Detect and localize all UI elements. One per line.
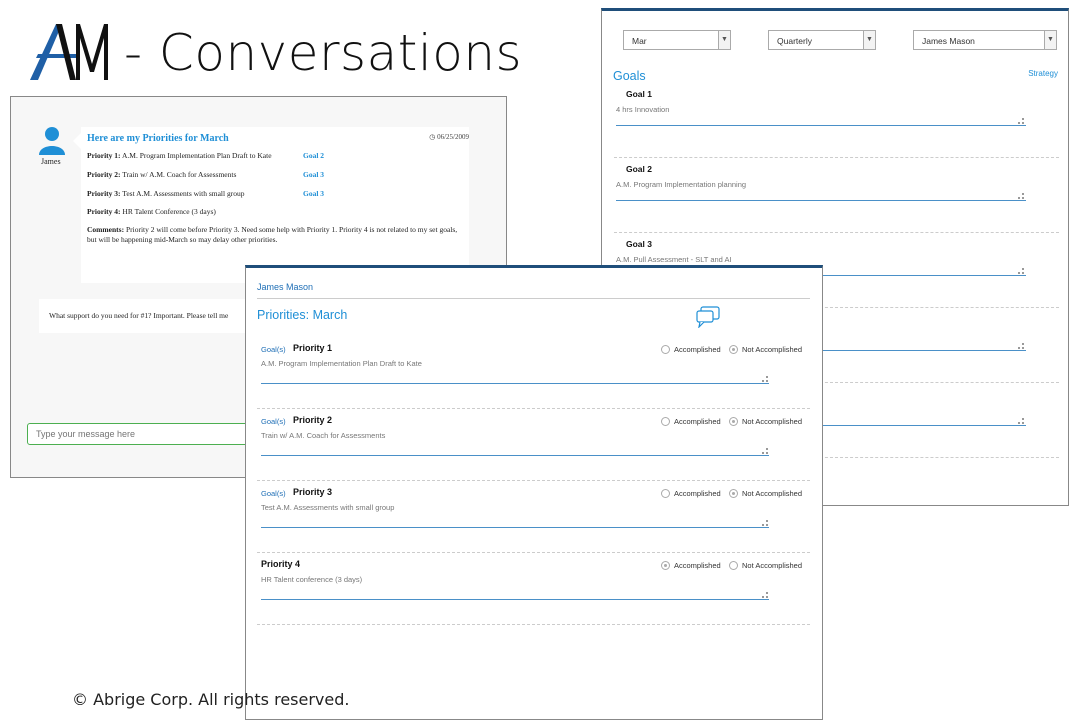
reply-text: What support do you need for #1? Importa… [49,311,229,320]
resize-grip-icon[interactable] [1018,118,1024,124]
month-select[interactable]: Mar ▼ [623,30,731,50]
not-accomplished-radio[interactable]: Not Accomplished [729,417,802,426]
strategy-link[interactable]: Strategy [1028,69,1058,78]
resize-grip-icon[interactable] [1018,268,1024,274]
am-logo [30,24,108,80]
message-comments: Comments: Priority 2 will come before Pr… [87,225,458,244]
goal-link-3[interactable]: Goal 3 [303,189,324,198]
user-avatar-icon [39,127,65,155]
priority-item: Goal(s) Priority 1 Accomplished Not Acco… [257,337,810,409]
goals-link[interactable]: Goal(s) [261,489,286,498]
message-timestamp: ◷ 06/25/2009 [429,133,469,141]
goals-link[interactable]: Goal(s) [261,417,286,426]
goal-field[interactable]: A.M. Program Implementation planning [616,180,746,189]
priority-item: Goal(s) Priority 3 Accomplished Not Acco… [257,481,810,553]
priorities-user: James Mason [257,282,314,292]
goal-label: Goal 1 [626,89,652,99]
message-card: Here are my Priorities for March ◷ 06/25… [73,127,469,283]
resize-grip-icon[interactable] [1018,343,1024,349]
priority-name: Priority 2 [293,415,333,425]
chat-bubbles-icon[interactable] [696,306,720,328]
resize-grip-icon[interactable] [1018,418,1024,424]
priority-name: Priority 4 [261,559,301,569]
goal-field[interactable]: A.M. Pull Assessment - SLT and AI [616,255,732,264]
priority-name: Priority 3 [293,487,333,497]
clock-icon: ◷ [429,133,436,141]
message-priority-2: Priority 2: Train w/ A.M. Coach for Asse… [87,170,237,179]
goal-field[interactable]: 4 hrs Innovation [616,105,669,114]
accomplished-radio[interactable]: Accomplished [661,489,721,498]
goal-label: Goal 2 [626,164,652,174]
chevron-down-icon: ▼ [1044,31,1056,49]
period-select[interactable]: Quarterly ▼ [768,30,876,50]
priority-field[interactable]: HR Talent conference (3 days) [261,575,362,584]
goal-item: Goal 1 4 hrs Innovation [614,83,1059,158]
message-title: Here are my Priorities for March [87,133,229,144]
chevron-down-icon: ▼ [863,31,875,49]
goal-label: Goal 3 [626,239,652,249]
priorities-title: Priorities: March [257,308,348,322]
accomplished-radio[interactable]: Accomplished [661,417,721,426]
chevron-down-icon: ▼ [718,31,730,49]
accomplished-radio[interactable]: Accomplished [661,561,721,570]
resize-grip-icon[interactable] [762,448,768,454]
priorities-window: James Mason Priorities: March Goal(s) Pr… [245,265,823,720]
message-priority-4: Priority 4: HR Talent Conference (3 days… [87,207,216,216]
priority-field[interactable]: A.M. Program Implementation Plan Draft t… [261,359,422,368]
not-accomplished-radio[interactable]: Not Accomplished [729,561,802,570]
priority-name: Priority 1 [293,343,333,353]
goals-title: Goals [613,69,646,83]
goals-link[interactable]: Goal(s) [261,345,286,354]
priority-item: Goal(s) Priority 2 Accomplished Not Acco… [257,409,810,481]
copyright: © Abrige Corp. All rights reserved. [72,690,350,709]
page-title: - Conversations [124,24,523,82]
priority-item: Priority 4 Accomplished Not Accomplished… [257,553,810,625]
not-accomplished-radio[interactable]: Not Accomplished [729,489,802,498]
person-select[interactable]: James Mason ▼ [913,30,1057,50]
goal-item: Goal 2 A.M. Program Implementation plann… [614,158,1059,233]
author-name: James [41,157,61,166]
goal-link-1[interactable]: Goal 2 [303,151,324,160]
accomplished-radio[interactable]: Accomplished [661,345,721,354]
header: - Conversations [28,18,522,88]
not-accomplished-radio[interactable]: Not Accomplished [729,345,802,354]
resize-grip-icon[interactable] [762,376,768,382]
priority-field[interactable]: Train w/ A.M. Coach for Assessments [261,431,385,440]
resize-grip-icon[interactable] [762,592,768,598]
resize-grip-icon[interactable] [762,520,768,526]
resize-grip-icon[interactable] [1018,193,1024,199]
priority-field[interactable]: Test A.M. Assessments with small group [261,503,394,512]
message-priority-1: Priority 1: A.M. Program Implementation … [87,151,272,160]
message-priority-3: Priority 3: Test A.M. Assessments with s… [87,189,245,198]
goal-link-2[interactable]: Goal 3 [303,170,324,179]
